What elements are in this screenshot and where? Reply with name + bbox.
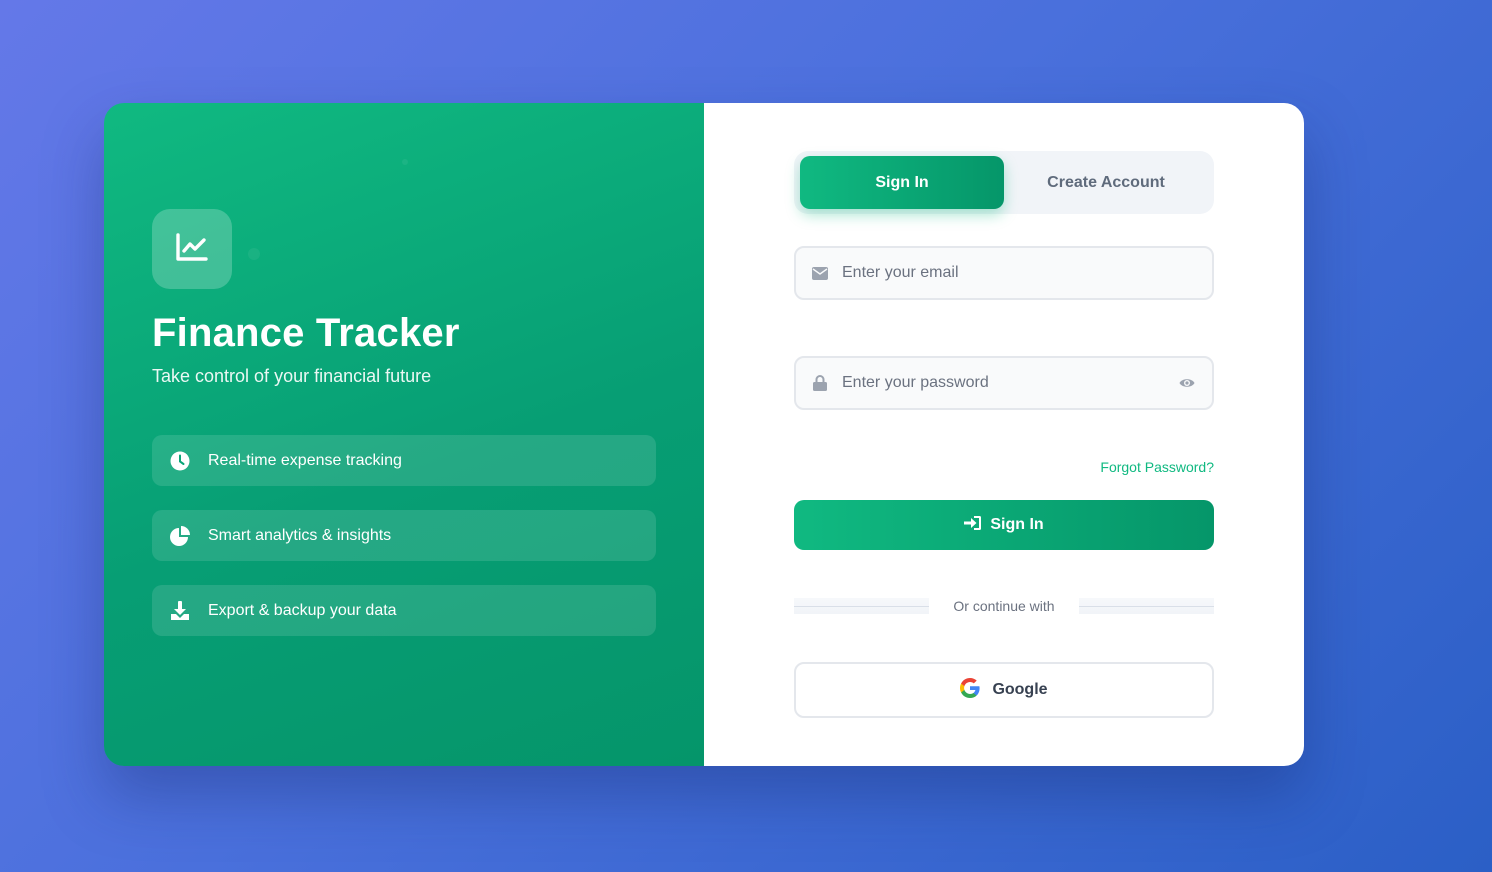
sign-in-icon [964,515,982,536]
google-icon [960,677,981,703]
auth-form-panel: Sign In Create Account Enter your email … [704,103,1304,766]
auth-tabs: Sign In Create Account [794,151,1214,214]
app-logo [152,209,232,289]
decorative-dot [248,248,260,260]
auth-card: Finance Tracker Take control of your fin… [104,103,1304,766]
tab-create-account[interactable]: Create Account [1004,156,1208,209]
tab-sign-in[interactable]: Sign In [800,156,1004,209]
lock-icon [796,375,842,391]
google-sign-in-button[interactable]: Google [794,662,1214,718]
sign-in-button[interactable]: Sign In [794,500,1214,550]
chart-line-icon [175,232,209,267]
feature-item-expense-tracking: Real-time expense tracking [152,435,656,486]
divider-text: Or continue with [953,598,1055,614]
feature-label: Export & backup your data [208,601,397,619]
divider-line [794,598,930,614]
brand-panel: Finance Tracker Take control of your fin… [104,103,704,766]
clock-icon [168,449,192,473]
sign-in-button-label: Sign In [990,516,1044,533]
app-title: Finance Tracker [152,311,460,355]
password-field [794,356,1214,410]
pie-chart-icon [168,524,192,548]
envelope-icon [796,266,842,280]
feature-item-analytics: Smart analytics & insights [152,510,656,561]
divider-line [1078,598,1215,614]
forgot-password-link[interactable]: Forgot Password? [1100,459,1214,475]
password-input[interactable] [842,358,1162,408]
divider: Or continue with [794,598,1215,614]
email-input[interactable] [842,248,1212,298]
feature-label: Smart analytics & insights [208,526,392,544]
feature-label: Real-time expense tracking [208,451,402,469]
feature-item-export: Export & backup your data [152,585,656,636]
email-field [794,246,1214,300]
decorative-dot [402,159,408,165]
eye-icon[interactable] [1162,377,1212,389]
download-icon [168,599,192,623]
google-button-label: Google [992,681,1048,698]
app-subtitle: Take control of your financial future [152,366,432,386]
